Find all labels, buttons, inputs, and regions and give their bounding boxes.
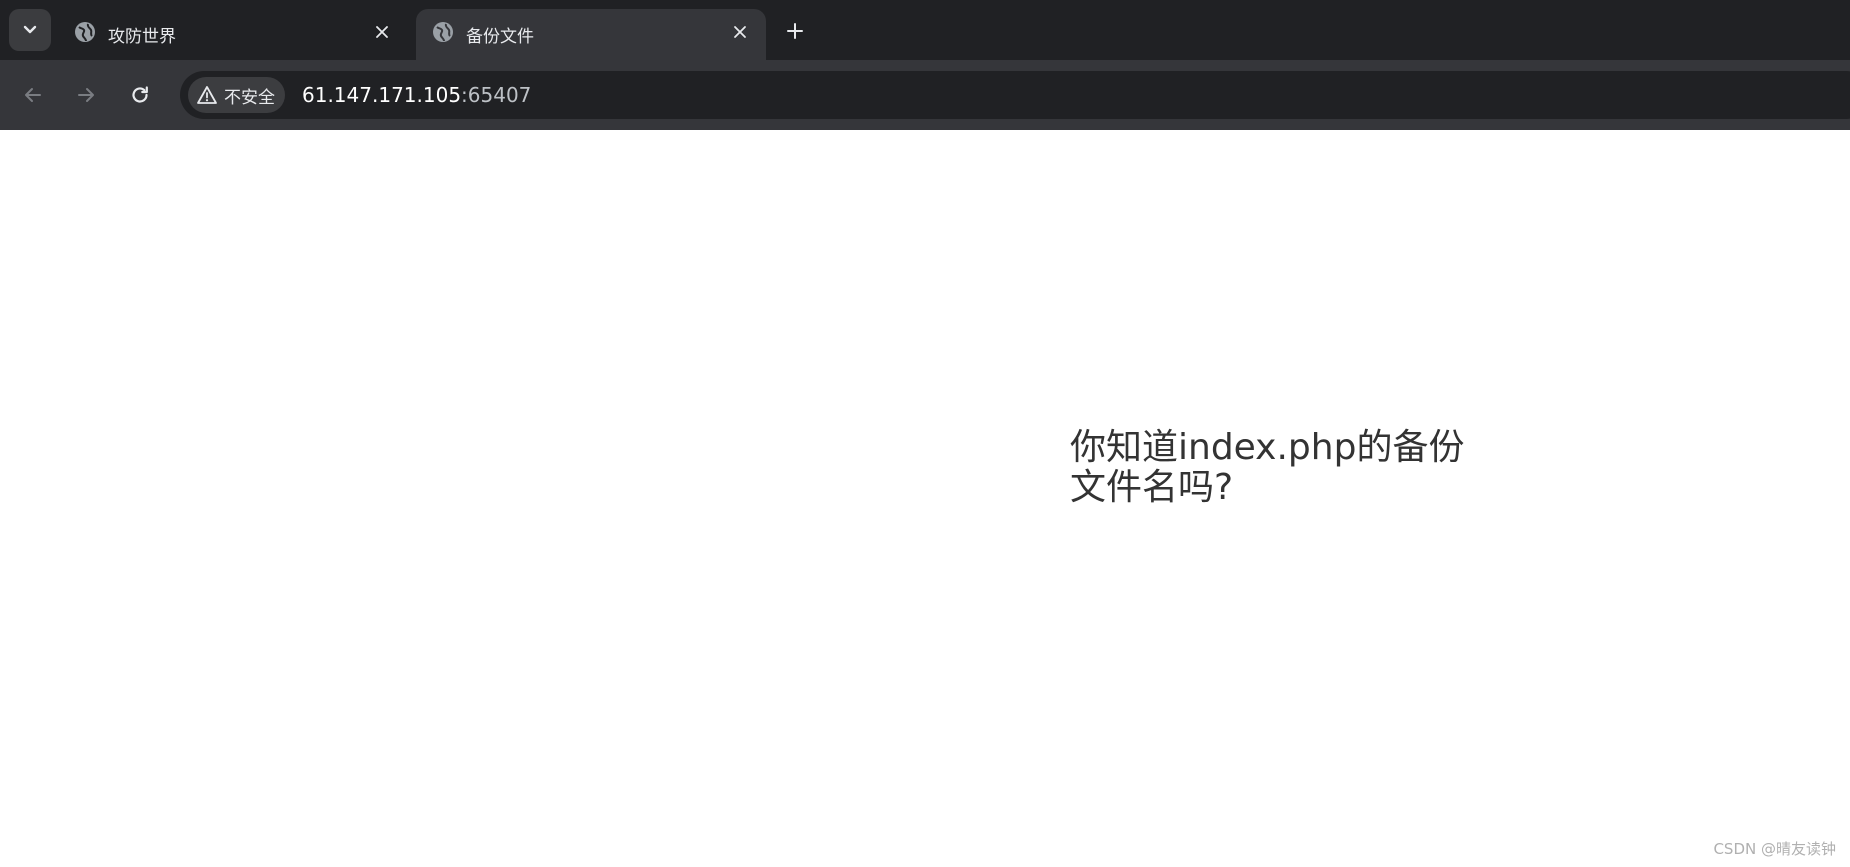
tab-title: 攻防世界 bbox=[108, 27, 176, 47]
chevron-down-icon bbox=[23, 25, 37, 34]
arrow-left-icon bbox=[25, 88, 41, 102]
back-button[interactable] bbox=[14, 76, 52, 114]
plus-icon bbox=[787, 23, 803, 39]
tab-beifen-wenjian[interactable]: 备份文件 bbox=[416, 9, 766, 60]
url-text[interactable]: 61.147.171.105:65407 bbox=[302, 83, 531, 107]
tab-search-button[interactable] bbox=[9, 9, 51, 51]
tab-strip: 攻防世界 备份文件 bbox=[0, 0, 1850, 60]
reload-icon bbox=[132, 86, 148, 103]
address-bar[interactable]: 不安全 61.147.171.105:65407 bbox=[180, 71, 1850, 119]
reload-button[interactable] bbox=[121, 76, 159, 114]
new-tab-button[interactable] bbox=[780, 16, 810, 46]
browser-toolbar: 不安全 61.147.171.105:65407 bbox=[0, 60, 1850, 130]
globe-icon bbox=[75, 22, 95, 42]
security-indicator[interactable]: 不安全 bbox=[188, 77, 285, 113]
tab-title: 备份文件 bbox=[466, 27, 534, 47]
tab-gongfang-shijie[interactable]: 攻防世界 bbox=[58, 9, 408, 60]
page-question: 你知道index.php的备份文件名吗? bbox=[1070, 427, 1465, 508]
url-host: 61.147.171.105 bbox=[302, 83, 462, 107]
watermark: CSDN @晴友读钟 bbox=[1713, 840, 1836, 858]
forward-button[interactable] bbox=[67, 76, 105, 114]
url-port: :65407 bbox=[461, 83, 532, 107]
security-label: 不安全 bbox=[224, 87, 275, 108]
arrow-right-icon bbox=[78, 88, 94, 102]
warning-icon bbox=[197, 86, 217, 104]
page-content: 你知道index.php的备份文件名吗? CSDN @晴友读钟 bbox=[0, 130, 1850, 867]
globe-icon bbox=[433, 22, 453, 42]
close-tab-icon[interactable] bbox=[730, 22, 750, 42]
close-tab-icon[interactable] bbox=[372, 22, 392, 42]
